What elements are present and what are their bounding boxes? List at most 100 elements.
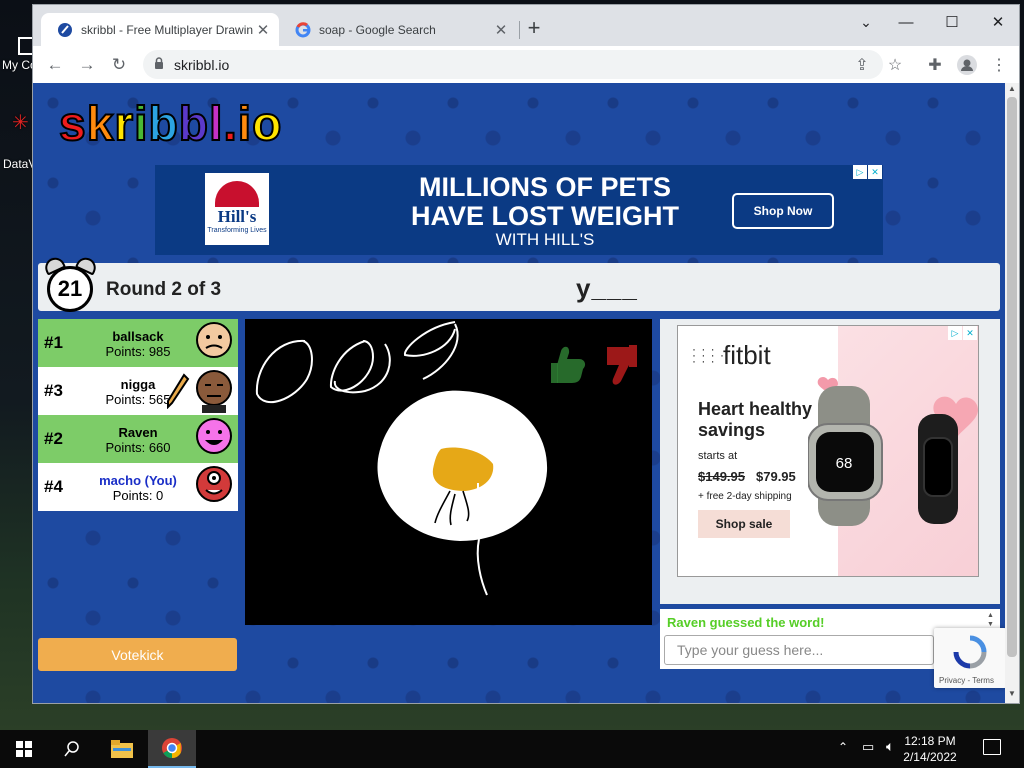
chrome-taskbar-icon[interactable]: [148, 730, 196, 768]
network-icon[interactable]: ▭: [862, 739, 874, 755]
taskbar: ⌃ ▭ 🔈︎ 12:18 PM 2/14/2022: [0, 730, 1024, 768]
round-indicator: Round 2 of 3: [106, 279, 222, 300]
chat-message: Raven guessed the word!: [667, 615, 825, 630]
player-row[interactable]: #1 ballsack Points: 985: [38, 319, 238, 367]
ad-subline: WITH HILL'S: [495, 230, 595, 249]
player-row[interactable]: #3 nigga Points: 565: [38, 367, 238, 415]
tab-skribbl[interactable]: skribbl - Free Multiplayer Drawing ✕: [41, 13, 279, 46]
player-rank: #3: [44, 381, 63, 400]
game-header: 21 Round 2 of 3 y___: [38, 254, 1000, 312]
file-explorer-icon[interactable]: [98, 730, 146, 768]
shop-now-button[interactable]: Shop Now: [732, 193, 834, 229]
word-hint: y___: [576, 273, 638, 303]
url-text: skribbl.io: [174, 56, 230, 73]
player-avatar-icon: [196, 418, 232, 454]
share-icon[interactable]: ⇪: [849, 52, 875, 78]
player-name: ballsack: [112, 329, 164, 344]
adchoices-icon[interactable]: ▷: [853, 165, 867, 179]
player-points: Points: 985: [105, 344, 171, 359]
fitbit-logo-icon: · · · · · · · · · ·: [692, 342, 725, 368]
hills-emblem: [215, 181, 259, 207]
recaptcha-links[interactable]: Privacy - Terms: [939, 676, 994, 685]
watch-display: 68: [836, 455, 853, 472]
ad-close-icon[interactable]: ✕: [963, 326, 977, 340]
close-icon[interactable]: ✕: [491, 21, 511, 39]
guess-input[interactable]: [664, 635, 934, 665]
skribbl-logo[interactable]: skribbl.io: [58, 98, 282, 152]
player-name: macho (You): [99, 473, 177, 488]
tab-strip: skribbl - Free Multiplayer Drawing ✕ soa…: [33, 5, 1019, 46]
fitbit-brand: fitbit: [723, 340, 771, 370]
ad-headline: MILLIONS OF PETS HAVE LOST WEIGHT: [355, 173, 735, 231]
votekick-button[interactable]: Votekick: [38, 638, 237, 671]
windows-start-icon[interactable]: [0, 730, 48, 768]
hills-ad-banner[interactable]: Hill's Transforming Lives MILLIONS OF PE…: [155, 165, 883, 255]
hills-brand: Hill's: [217, 207, 257, 226]
player-points: Points: 0: [112, 488, 164, 503]
page-scrollbar[interactable]: ▲ ▼: [1005, 83, 1019, 703]
tab-title: skribbl - Free Multiplayer Drawing: [81, 22, 253, 37]
address-bar[interactable]: skribbl.io: [143, 50, 883, 79]
back-arrow-icon[interactable]: ←: [42, 52, 68, 78]
desktop-icon-label: DataV: [3, 157, 37, 171]
hills-tagline: Transforming Lives: [207, 227, 267, 234]
scrollbar-thumb[interactable]: [1007, 97, 1017, 657]
reload-icon[interactable]: ↻: [106, 52, 132, 78]
player-avatar-icon: [196, 370, 232, 413]
thumbs-up-icon[interactable]: [551, 346, 586, 383]
player-row[interactable]: #2 Raven Points: 660: [38, 415, 238, 463]
datav-icon[interactable]: ✳: [12, 110, 29, 135]
tab-google-search[interactable]: soap - Google Search ✕: [279, 13, 517, 46]
bookmark-star-icon[interactable]: ☆: [882, 52, 908, 78]
scroll-down-icon[interactable]: ▼: [1005, 689, 1019, 701]
player-points: Points: 660: [105, 440, 171, 455]
drawing-pencil-icon: [167, 373, 190, 409]
adchoices-icon[interactable]: ▷: [948, 326, 962, 340]
recaptcha-icon: [953, 635, 987, 669]
close-window-button[interactable]: ✕: [975, 9, 1021, 35]
profile-avatar-icon[interactable]: [954, 52, 980, 78]
ad-old-price: $149.95: [698, 469, 745, 484]
lock-icon: [154, 57, 164, 72]
forward-arrow-icon[interactable]: →: [74, 52, 100, 78]
google-icon: [295, 21, 311, 38]
player-rank: #4: [44, 477, 63, 496]
fitbit-ad[interactable]: · · · · · · · · · · fitbit Heart healthy s…: [677, 325, 979, 577]
player-avatar-icon: [196, 466, 232, 502]
player-list: #1 ballsack Points: 985 #3 nigga Points:…: [38, 319, 238, 511]
ad-headline-line1: MILLIONS OF PETS: [418, 172, 671, 202]
system-clock[interactable]: 12:18 PM 2/14/2022: [890, 733, 970, 765]
ad-new-price: $79.95: [756, 469, 796, 484]
player-rank: #1: [44, 333, 63, 352]
skribbl-icon: [57, 22, 73, 38]
thumbs-down-icon[interactable]: [607, 345, 637, 385]
new-tab-button[interactable]: +: [520, 15, 548, 41]
ad-starts-at: starts at: [698, 450, 738, 462]
recaptcha-badge[interactable]: Privacy - Terms: [934, 628, 1005, 688]
drawing-canvas[interactable]: [245, 319, 652, 625]
clock-time: 12:18 PM: [904, 734, 956, 748]
page-viewport: skribbl.io Hill's Transforming Lives MIL…: [33, 83, 1005, 703]
hills-logo: Hill's Transforming Lives: [205, 173, 269, 245]
canvas-drawing: [255, 321, 637, 596]
ad-shipping: + free 2-day shipping: [698, 491, 792, 502]
search-icon[interactable]: [48, 730, 96, 768]
close-icon[interactable]: ✕: [253, 21, 273, 39]
ad-close-icon[interactable]: ✕: [868, 165, 882, 179]
browser-toolbar: ← → ↻ skribbl.io ⇪ ☆ ✚ ⋮: [33, 46, 1019, 83]
extensions-puzzle-icon[interactable]: ✚: [922, 52, 948, 78]
player-row[interactable]: #4 macho (You) Points: 0: [38, 463, 238, 511]
minimize-button[interactable]: —: [883, 9, 929, 35]
tab-title: soap - Google Search: [319, 22, 436, 37]
notifications-icon[interactable]: [983, 739, 1001, 755]
chat-scrollbar[interactable]: ▲ ▼: [987, 611, 997, 629]
clock-date: 2/14/2022: [903, 750, 957, 764]
scroll-up-icon[interactable]: ▲: [1005, 84, 1019, 96]
show-hidden-icons[interactable]: ⌃: [838, 740, 848, 754]
menu-kebab-icon[interactable]: ⋮: [986, 52, 1012, 78]
desktop-icon-label: My Co: [2, 58, 37, 72]
shop-sale-button[interactable]: Shop sale: [698, 510, 790, 538]
maximize-button[interactable]: ☐: [929, 9, 975, 35]
ad-headline-line2: HAVE LOST WEIGHT: [411, 201, 679, 231]
player-rank: #2: [44, 429, 63, 448]
